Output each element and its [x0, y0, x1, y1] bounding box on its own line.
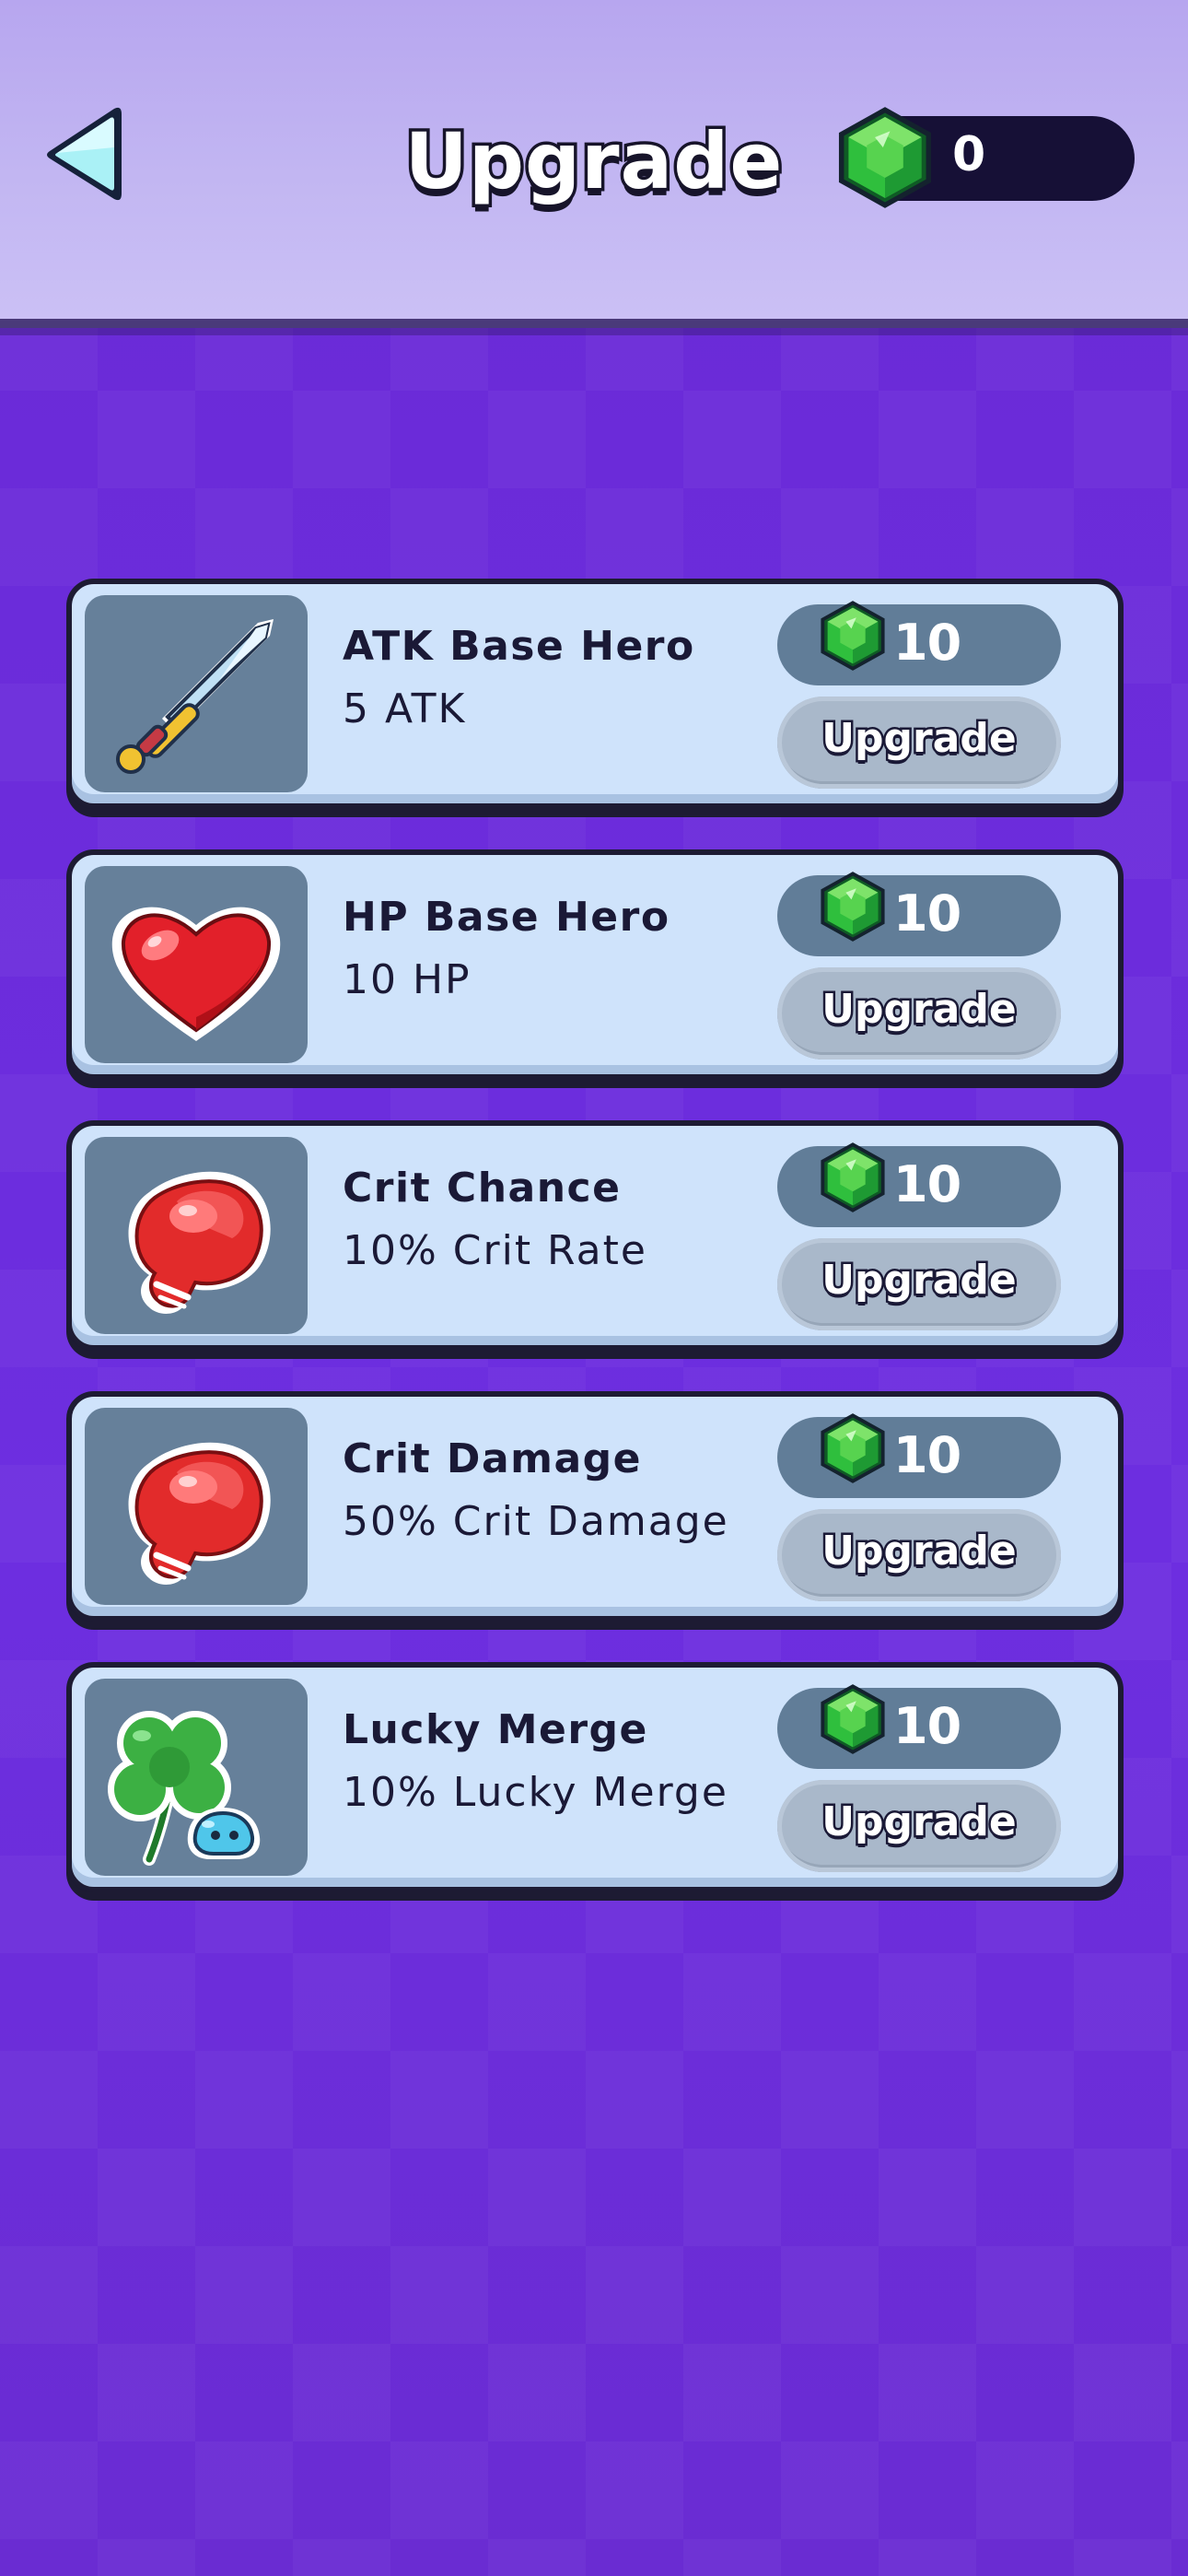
- upgrade-cost: 10: [777, 604, 1061, 685]
- upgrade-button-label: Upgrade: [820, 1797, 1019, 1848]
- green-gem-icon: [818, 1142, 888, 1212]
- upgrade-cost: 10: [777, 1417, 1061, 1498]
- upgrade-card-lucky-merge: Lucky Merge 10% Lucky Merge 10 Upgrade: [66, 1662, 1124, 1892]
- cost-amount: 10: [893, 614, 961, 672]
- upgrade-title: Lucky Merge: [343, 1706, 648, 1753]
- upgrade-icon-frame: [85, 1679, 308, 1876]
- green-gem-icon: [818, 601, 888, 671]
- upgrade-cost: 10: [777, 875, 1061, 956]
- cost-amount: 10: [893, 884, 961, 943]
- upgrade-card-crit-chance: Crit Chance 10% Crit Rate 10 Upgrade: [66, 1120, 1124, 1351]
- upgrade-cost: 10: [777, 1688, 1061, 1769]
- upgrade-value: 10 HP: [343, 956, 472, 1003]
- cost-amount: 10: [893, 1697, 961, 1755]
- upgrade-cost: 10: [777, 1146, 1061, 1227]
- boxing-glove-icon: [85, 1408, 308, 1605]
- upgrade-value: 10% Lucky Merge: [343, 1769, 728, 1816]
- upgrade-icon-frame: [85, 595, 308, 792]
- upgrade-value: 50% Crit Damage: [343, 1498, 729, 1545]
- upgrade-title: Crit Damage: [343, 1435, 643, 1482]
- green-gem-icon: [834, 107, 936, 208]
- upgrade-button-label: Upgrade: [820, 713, 1019, 765]
- upgrade-button[interactable]: Upgrade: [777, 697, 1061, 789]
- upgrade-button[interactable]: Upgrade: [777, 1238, 1061, 1330]
- green-gem-icon: [818, 1684, 888, 1754]
- upgrade-icon-frame: [85, 1408, 308, 1605]
- upgrade-list: ATK Base Hero 5 ATK 10 Upgrade HP Base H…: [66, 579, 1124, 1933]
- upgrade-card-crit-damage: Crit Damage 50% Crit Damage 10 Upgrade: [66, 1391, 1124, 1622]
- upgrade-title: HP Base Hero: [343, 894, 670, 941]
- upgrade-button-label: Upgrade: [820, 1255, 1019, 1306]
- boxing-glove-icon: [85, 1137, 308, 1334]
- upgrade-title: Crit Chance: [343, 1165, 622, 1212]
- upgrade-title: ATK Base Hero: [343, 623, 695, 670]
- upgrade-button[interactable]: Upgrade: [777, 1780, 1061, 1872]
- upgrade-button-label: Upgrade: [820, 1526, 1019, 1577]
- upgrade-value: 10% Crit Rate: [343, 1227, 647, 1274]
- upgrade-icon-frame: [85, 1137, 308, 1334]
- upgrade-button[interactable]: Upgrade: [777, 967, 1061, 1060]
- clover-slime-icon: [108, 1711, 261, 1866]
- upgrade-value: 5 ATK: [343, 685, 467, 732]
- cost-amount: 10: [893, 1426, 961, 1484]
- upgrade-icon-frame: [85, 866, 308, 1063]
- cost-amount: 10: [893, 1155, 961, 1213]
- upgrade-card-hp: HP Base Hero 10 HP 10 Upgrade: [66, 849, 1124, 1080]
- top-bar: Upgrade 0: [0, 0, 1188, 328]
- gem-count: 0: [952, 127, 986, 182]
- upgrade-button[interactable]: Upgrade: [777, 1509, 1061, 1601]
- green-gem-icon: [818, 872, 888, 942]
- heart-icon: [111, 907, 281, 1041]
- green-gem-icon: [818, 1413, 888, 1483]
- sword-icon: [116, 619, 274, 774]
- upgrade-button-label: Upgrade: [820, 984, 1019, 1036]
- upgrade-card-atk: ATK Base Hero 5 ATK 10 Upgrade: [66, 579, 1124, 809]
